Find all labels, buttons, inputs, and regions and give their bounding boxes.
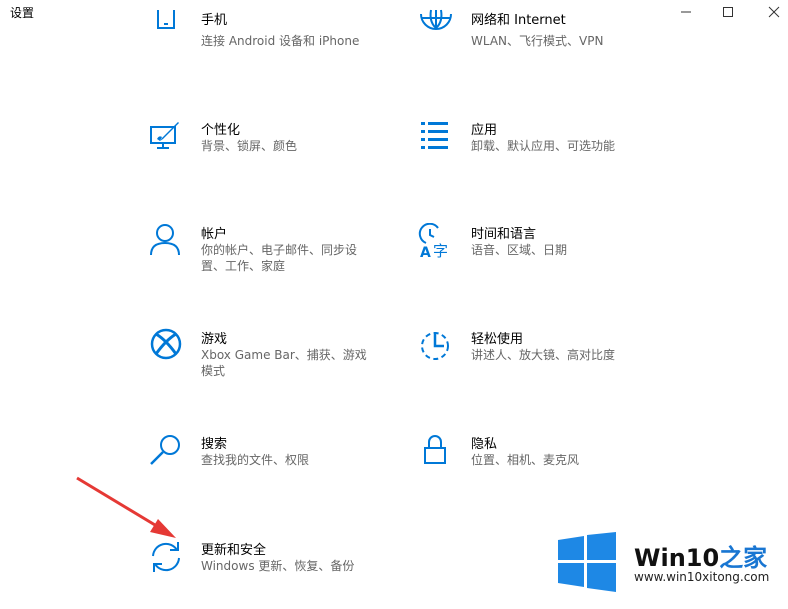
close-button[interactable] — [752, 0, 788, 24]
person-icon — [148, 223, 184, 259]
minimize-icon — [681, 11, 691, 13]
settings-item-desc: 你的帐户、电子邮件、同步设置、工作、家庭 — [201, 243, 358, 273]
settings-item-ease-of-access[interactable]: 轻松使用 讲述人、放大镜、高对比度 — [418, 328, 668, 398]
settings-item-name: 手机 — [201, 13, 228, 28]
settings-item-desc: 连接 Android 设备和 iPhone — [201, 34, 360, 48]
settings-item-desc: Xbox Game Bar、捕获、游戏模式 — [201, 348, 367, 378]
close-icon — [768, 6, 780, 18]
paint-monitor-icon — [148, 119, 184, 155]
settings-item-time-language[interactable]: A 字 时间和语言 语音、区域、日期 — [418, 223, 668, 293]
watermark-logo: Win10之家 www.win10xitong.com — [556, 530, 788, 604]
lock-icon — [418, 433, 454, 469]
time-language-icon: A 字 — [418, 223, 454, 259]
watermark-site: www.win10xitong.com — [634, 570, 770, 584]
settings-item-name: 搜索 — [201, 437, 228, 452]
search-icon — [148, 433, 184, 469]
settings-item-update-security[interactable]: 更新和安全 Windows 更新、恢复、备份 — [148, 539, 398, 609]
windows-logo-icon — [558, 532, 616, 592]
minimize-button[interactable] — [664, 0, 708, 24]
maximize-button[interactable] — [706, 0, 750, 24]
settings-item-desc: 卸载、默认应用、可选功能 — [471, 139, 616, 153]
settings-item-name: 更新和安全 — [201, 543, 267, 558]
settings-item-desc: Windows 更新、恢复、备份 — [201, 559, 355, 573]
settings-item-name: 网络和 Internet — [471, 13, 566, 28]
ease-of-access-icon — [418, 328, 454, 364]
settings-item-personalization[interactable]: 个性化 背景、锁屏、颜色 — [148, 119, 398, 189]
window-title: 设置 — [10, 6, 35, 20]
settings-item-name: 帐户 — [201, 227, 228, 242]
settings-item-apps[interactable]: 应用 卸载、默认应用、可选功能 — [418, 119, 668, 189]
settings-item-name: 应用 — [471, 123, 498, 138]
settings-item-desc: 查找我的文件、权限 — [201, 453, 310, 467]
phone-icon — [148, 8, 184, 44]
settings-item-name: 个性化 — [201, 123, 241, 138]
settings-item-gaming[interactable]: 游戏 Xbox Game Bar、捕获、游戏模式 — [148, 328, 398, 398]
settings-item-search[interactable]: 搜索 查找我的文件、权限 — [148, 433, 398, 503]
svg-text:字: 字 — [433, 242, 448, 259]
settings-item-accounts[interactable]: 帐户 你的帐户、电子邮件、同步设置、工作、家庭 — [148, 223, 398, 293]
settings-item-desc: 背景、锁屏、颜色 — [201, 139, 298, 153]
globe-icon — [418, 8, 454, 44]
sync-icon — [148, 539, 184, 575]
settings-item-desc: 语音、区域、日期 — [471, 243, 568, 257]
settings-item-desc: 位置、相机、麦克风 — [471, 453, 580, 467]
settings-item-network[interactable]: 网络和 Internet WLAN、飞行模式、VPN — [418, 9, 668, 92]
settings-item-name: 时间和语言 — [471, 227, 537, 242]
settings-item-phone[interactable]: 手机 连接 Android 设备和 iPhone — [148, 10, 398, 92]
settings-item-name: 游戏 — [201, 332, 228, 347]
apps-list-icon — [418, 119, 454, 155]
xbox-icon — [148, 328, 184, 364]
watermark-brand: Win10之家 — [634, 544, 768, 572]
settings-item-desc: 讲述人、放大镜、高对比度 — [471, 348, 616, 362]
maximize-icon — [723, 7, 733, 17]
settings-item-privacy[interactable]: 隐私 位置、相机、麦克风 — [418, 433, 668, 503]
settings-item-name: 轻松使用 — [471, 332, 524, 347]
svg-text:A: A — [420, 245, 431, 259]
settings-item-name: 隐私 — [471, 437, 498, 452]
settings-item-desc: WLAN、飞行模式、VPN — [471, 34, 604, 48]
